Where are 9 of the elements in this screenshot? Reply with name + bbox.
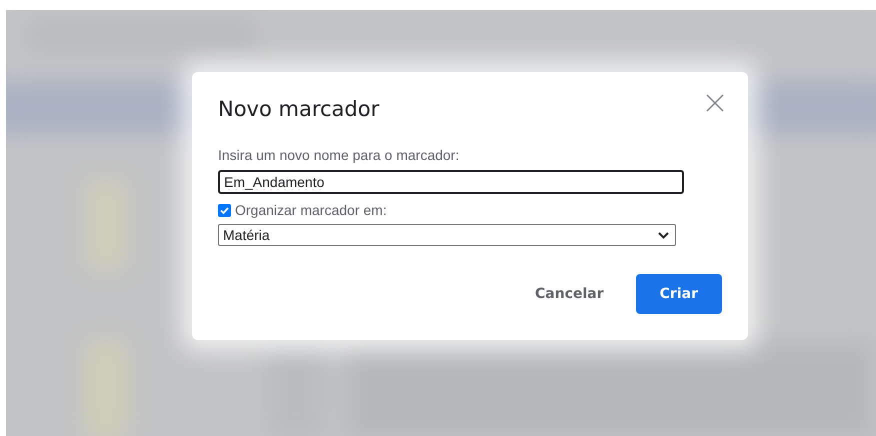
checkbox[interactable] bbox=[218, 204, 231, 216]
field-label: Insira um novo nome para o marcador: bbox=[218, 146, 460, 164]
caret-icon bbox=[658, 232, 669, 238]
checkbox-label: Organizar marcador em: bbox=[235, 202, 387, 218]
name-input-field[interactable]: Em_Andamento bbox=[218, 170, 684, 194]
dialog-title: Novo marcador bbox=[218, 96, 380, 123]
parent-select[interactable]: Matéria bbox=[218, 224, 676, 246]
cancel-button[interactable]: Cancelar bbox=[519, 274, 620, 314]
create-button[interactable]: Criar bbox=[636, 274, 722, 314]
